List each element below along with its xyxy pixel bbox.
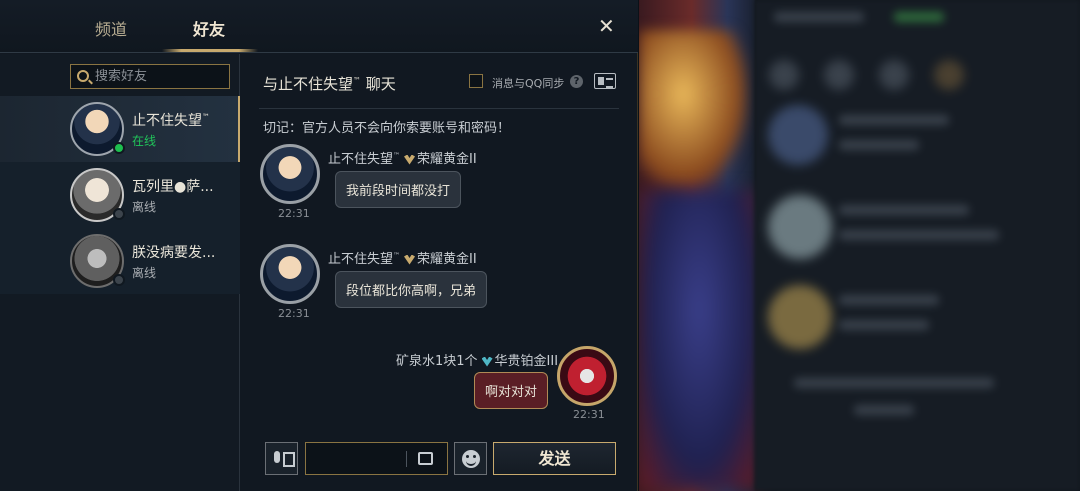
chat-title: 与止不住失望™ 聊天 — [263, 75, 396, 93]
message-input[interactable] — [312, 449, 402, 469]
tab-channels[interactable]: 频道 — [95, 16, 127, 40]
tab-friends[interactable]: 好友 — [193, 16, 225, 40]
blurred-background — [639, 0, 1080, 491]
send-button[interactable]: 发送 — [493, 442, 616, 475]
friend-name: 朕没病要发... — [132, 245, 216, 261]
rank-gold-icon — [404, 254, 416, 265]
message-sender: 止不住失望™ 荣耀黄金II — [328, 151, 477, 167]
message-time: 22:31 — [278, 207, 310, 220]
emoji-button[interactable] — [454, 442, 487, 475]
offline-status-dot — [113, 208, 125, 220]
qq-sync-label: 消息与QQ同步 — [492, 77, 565, 90]
rank-platinum-icon — [481, 356, 493, 367]
search-box[interactable] — [70, 64, 230, 89]
expand-icon[interactable] — [418, 452, 433, 465]
search-input[interactable] — [95, 67, 225, 86]
friend-list: 止不住失望™ 在线 瓦列里●萨... 离线 朕没病要发... 离线 — [0, 54, 240, 491]
rank-gold-icon — [404, 154, 416, 165]
friend-status: 在线 — [132, 134, 157, 148]
my-message-bubble: 啊对对对 — [474, 372, 549, 409]
offline-status-dot — [113, 274, 125, 286]
blurred-side-panel — [754, 0, 1080, 491]
input-separator — [406, 451, 407, 467]
message-time: 22:31 — [573, 408, 605, 421]
help-icon[interactable]: ? — [570, 75, 583, 88]
security-warning: 切记：官方人员不会向你索要账号和密码！ — [263, 121, 511, 136]
sender-avatar[interactable] — [260, 244, 320, 304]
message-input-box[interactable] — [305, 442, 448, 475]
my-avatar[interactable] — [557, 346, 617, 406]
friend-item[interactable]: 止不住失望™ 在线 — [0, 96, 240, 162]
top-bar: 频道 好友 ✕ — [0, 0, 638, 53]
friend-item[interactable]: 朕没病要发... 离线 — [0, 228, 240, 294]
message-bubble: 我前段时间都没打 — [335, 171, 462, 208]
background-art — [639, 190, 759, 490]
search-icon — [77, 70, 89, 82]
profile-card-icon[interactable] — [594, 73, 616, 89]
message-bubble: 段位都比你高啊，兄弟 — [335, 271, 488, 308]
divider — [259, 108, 619, 109]
friend-item[interactable]: 瓦列里●萨... 离线 — [0, 162, 240, 228]
friend-status: 离线 — [132, 200, 157, 214]
online-status-dot — [113, 142, 125, 154]
active-tab-indicator — [162, 49, 258, 52]
message-time: 22:31 — [278, 307, 310, 320]
message-sender: 止不住失望™ 荣耀黄金II — [328, 251, 477, 267]
friend-name: 瓦列里●萨... — [132, 179, 214, 195]
voice-icon[interactable] — [265, 442, 298, 475]
message-sender: 矿泉水1块1个 华贵铂金III — [396, 354, 559, 369]
emoji-icon — [462, 450, 480, 468]
chat-window: 频道 好友 ✕ 止不住失望™ 在线 瓦列里●萨... 离线 朕没病要发... 离… — [0, 0, 638, 491]
close-icon[interactable]: ✕ — [598, 14, 615, 38]
sender-avatar[interactable] — [260, 144, 320, 204]
friend-status: 离线 — [132, 266, 157, 280]
qq-sync-checkbox[interactable] — [469, 74, 483, 88]
friend-name: 止不住失望™ — [132, 112, 210, 129]
chat-area: 与止不住失望™ 聊天 消息与QQ同步 ? 切记：官方人员不会向你索要账号和密码！… — [241, 54, 637, 491]
background-art — [639, 30, 749, 190]
